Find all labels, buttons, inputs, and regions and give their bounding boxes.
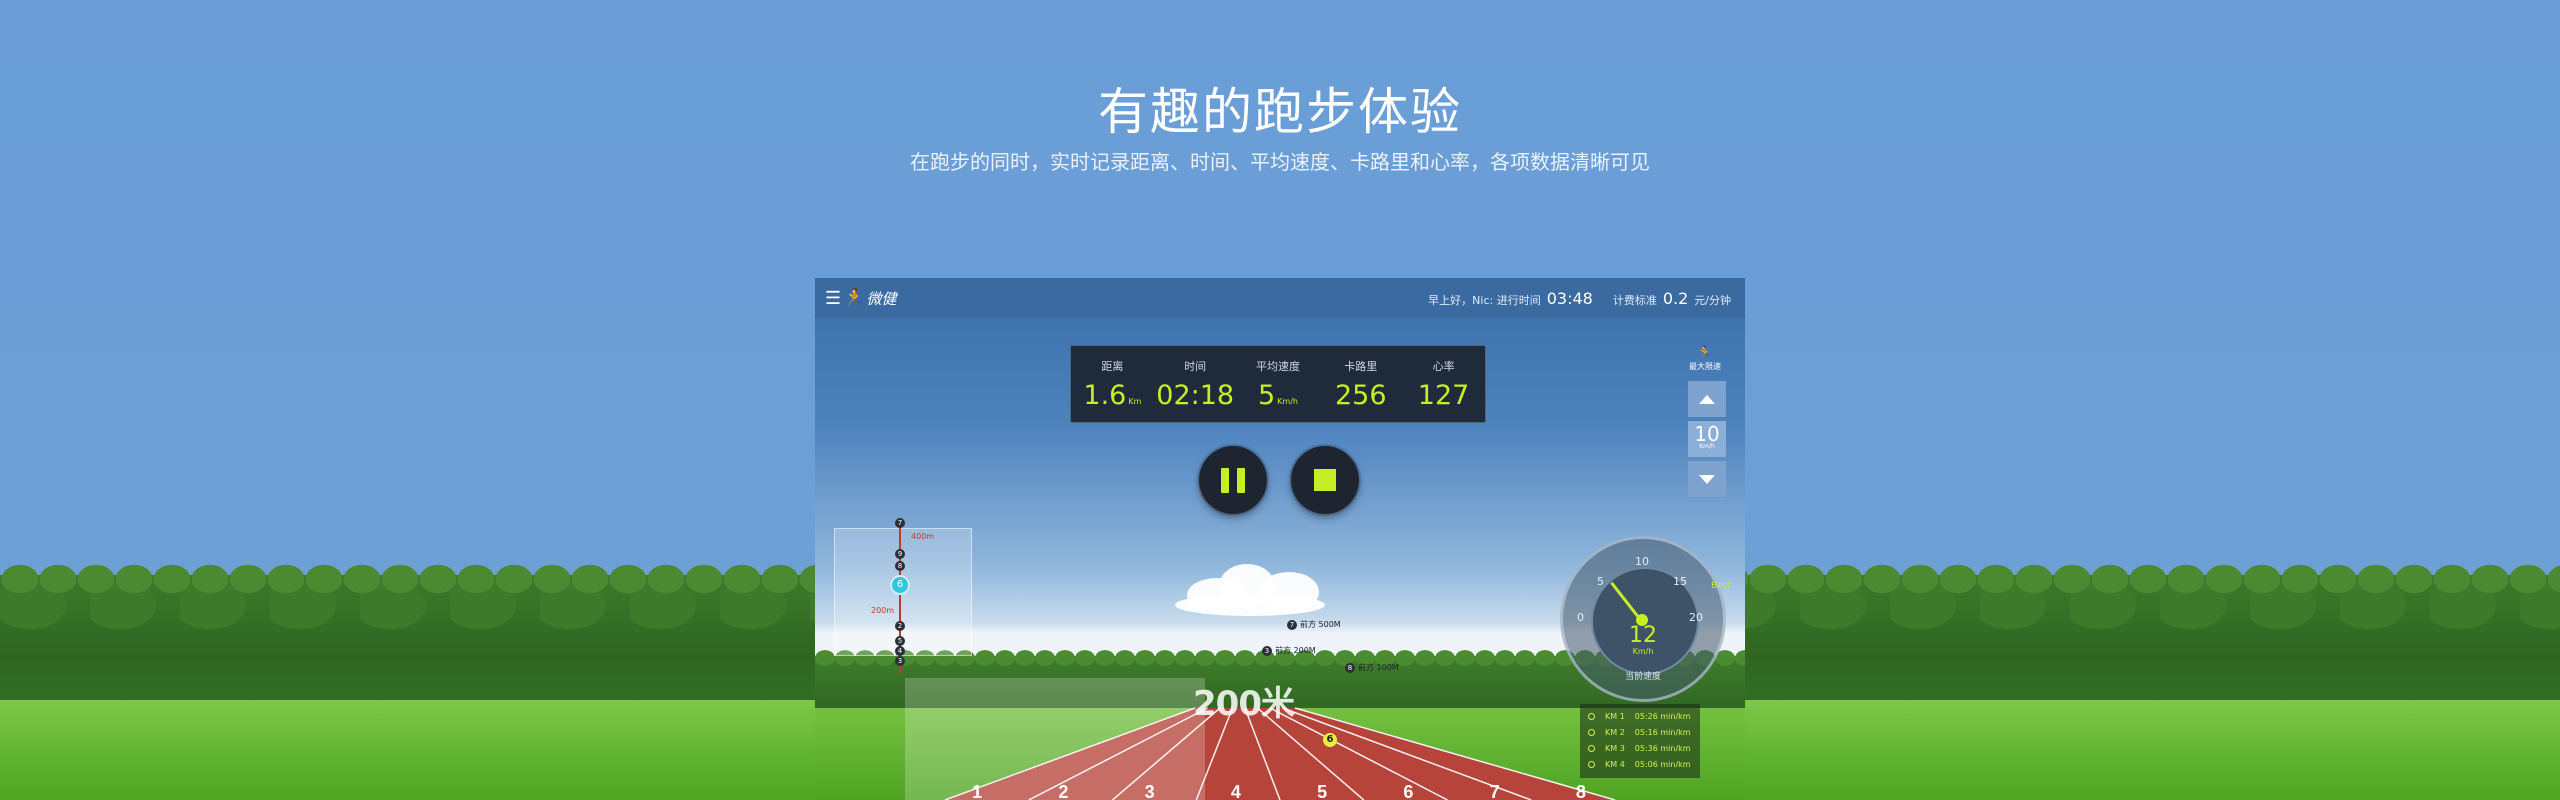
map-point: 8	[895, 561, 905, 571]
max-speed-label: 最大限速	[1689, 362, 1721, 371]
marker-100: 8 前方 100M	[1345, 662, 1399, 673]
hero-subtitle: 在跑步的同时，实时记录距离、时间、平均速度、卡路里和心率，各项数据清晰可见	[910, 150, 1650, 174]
runner-logo-icon: ☰🏃	[825, 287, 864, 309]
marker-label: 前方 500M	[1300, 620, 1341, 629]
split-row: KM 1 05:26 min/km	[1588, 708, 1700, 724]
km-splits: KM 1 05:26 min/km KM 2 05:16 min/km KM 3 05…	[1580, 704, 1700, 778]
billing-unit: 元/分钟	[1694, 293, 1731, 307]
time-value: 02:18	[1156, 380, 1235, 411]
billing-label: 计费标准	[1612, 293, 1657, 307]
hero-title: 有趣的跑步体验	[1098, 83, 1462, 141]
split-km: KM 2	[1605, 727, 1625, 737]
logo-text: 微健	[866, 289, 897, 308]
gauge-caption: 当前速度	[1624, 672, 1661, 682]
speed-down-button[interactable]	[1688, 461, 1726, 497]
map-point: 2	[895, 621, 905, 631]
stop-button[interactable]	[1291, 446, 1359, 514]
split-km: KM 4	[1605, 759, 1625, 769]
marker-label: 前方 100M	[1358, 663, 1399, 672]
split-row: KM 3 05:36 min/km	[1588, 740, 1700, 756]
pause-icon	[1237, 468, 1245, 493]
stat-calories: 卡路里 256	[1320, 346, 1402, 411]
runner-position: 6	[1323, 733, 1337, 747]
stat-label: 心率	[1432, 360, 1455, 373]
map-point: 9	[895, 549, 905, 559]
split-pace: 05:16 min/km	[1634, 727, 1691, 737]
distance-value: 1.6	[1083, 380, 1127, 411]
best-label: Best	[1711, 581, 1731, 591]
elapsed-time: 03:48	[1546, 288, 1593, 308]
map-label-400: 400m	[911, 532, 935, 541]
top-bar: ☰🏃 微健 早上好，Nic: 进行时间 03:48 计费标准 0.2 元/分钟	[815, 278, 1745, 318]
marker-number: 8	[1345, 662, 1355, 673]
marker-label: 前方 200M	[1275, 646, 1316, 655]
circle-icon	[1588, 712, 1595, 720]
split-pace: 05:06 min/km	[1634, 759, 1691, 769]
stat-value: 1.6 Km	[1071, 380, 1153, 411]
glass-panel	[905, 678, 1205, 800]
arrow-up-icon	[1699, 394, 1715, 404]
lane-number: 6	[1403, 782, 1413, 800]
arrow-down-icon	[1699, 474, 1715, 484]
speed-up-button[interactable]	[1688, 381, 1726, 417]
circle-icon	[1588, 728, 1595, 736]
stat-heart-rate: 心率 127	[1403, 346, 1485, 411]
speed-limit-display: 10 Km/h	[1688, 421, 1726, 457]
speed-value: 5	[1257, 380, 1276, 411]
stat-avg-speed: 平均速度 5 Km/h	[1237, 346, 1319, 411]
split-pace: 05:36 min/km	[1634, 743, 1691, 753]
greeting: 早上好，Nic: 进行时间	[1428, 293, 1541, 307]
split-row: KM 4 05:06 min/km	[1588, 756, 1700, 772]
gauge-tick: 15	[1673, 575, 1687, 588]
map-current-position: 6	[890, 575, 910, 595]
map-point: 4	[895, 646, 905, 656]
current-speed-value: 12	[1629, 623, 1657, 648]
pause-button[interactable]	[1199, 446, 1267, 514]
lane-number: 7	[1490, 782, 1500, 800]
split-row: KM 2 05:16 min/km	[1588, 724, 1700, 740]
split-km: KM 3	[1605, 743, 1625, 753]
marker-number: 7	[1287, 619, 1297, 630]
marker-500: 7 前方 500M	[1287, 619, 1341, 630]
split-pace: 05:26 min/km	[1634, 711, 1691, 721]
stat-label: 平均速度	[1255, 360, 1300, 373]
marker-number: 3	[1262, 645, 1272, 656]
billing-value: 0.2	[1662, 288, 1689, 308]
max-speed: 🏃 最大限速	[1685, 346, 1725, 372]
distance-sign: 200米	[1193, 684, 1295, 724]
lane-number: 5	[1317, 782, 1327, 800]
map-point: 3	[895, 656, 905, 666]
lane-number: 8	[1576, 782, 1586, 800]
marker-200: 3 前方 200M	[1262, 645, 1316, 656]
stat-label: 卡路里	[1344, 360, 1378, 373]
app-screen: 12345678 200米 6 7 前方 500M 3 前方 200M 8 前方…	[815, 278, 1745, 800]
circle-icon	[1588, 744, 1595, 752]
speed-gauge: 0 5 10 15 20 12 Km/h 当前速度 Best	[1560, 536, 1731, 702]
stats-panel: 距离 1.6 Km 时间 02:18 平均速度 5 Km/h 卡路里 256 心率 …	[1070, 345, 1486, 423]
pause-icon	[1221, 468, 1229, 493]
runner-icon: 🏃	[1696, 346, 1714, 361]
session-info: 早上好，Nic: 进行时间 03:48 计费标准 0.2 元/分钟	[1428, 289, 1731, 308]
speed-unit: Km/h	[1277, 397, 1298, 406]
stat-label: 时间	[1184, 360, 1207, 373]
circle-icon	[1588, 760, 1595, 768]
map-point: 5	[895, 636, 905, 646]
lane-number: 4	[1231, 782, 1241, 800]
stat-time: 时间 02:18	[1154, 346, 1236, 411]
stop-icon	[1314, 469, 1336, 491]
gauge-tick: 5	[1597, 575, 1604, 588]
app-logo: ☰🏃 微健	[825, 288, 896, 309]
calories-value: 256	[1335, 380, 1387, 411]
gauge-tick: 10	[1635, 555, 1649, 568]
distance-unit: Km	[1128, 397, 1142, 406]
current-speed-unit: Km/h	[1632, 647, 1654, 656]
stat-label: 距离	[1101, 360, 1124, 373]
split-km: KM 1	[1605, 711, 1625, 721]
stat-value: 5 Km/h	[1237, 380, 1319, 411]
map-label-200: 200m	[871, 606, 895, 615]
heart-rate-value: 127	[1417, 380, 1470, 411]
stat-distance: 距离 1.6 Km	[1071, 346, 1153, 411]
map-point: 7	[895, 518, 905, 528]
